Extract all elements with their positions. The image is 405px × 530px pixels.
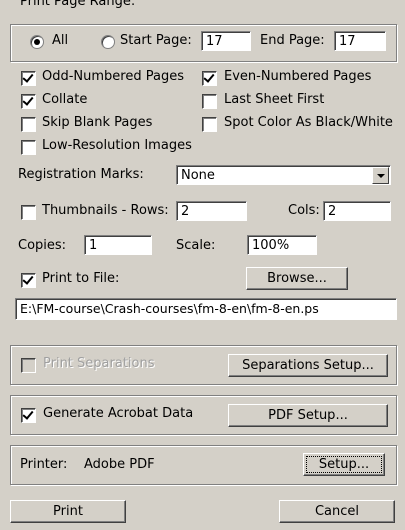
start-page-input[interactable]: 17 xyxy=(201,31,251,51)
low-res-checkbox[interactable] xyxy=(21,140,36,155)
pdf-setup-button[interactable]: PDF Setup... xyxy=(228,404,388,427)
chevron-down-icon[interactable] xyxy=(372,167,389,184)
page-range-heading: Print Page Range: xyxy=(18,0,138,9)
registration-marks-label: Registration Marks: xyxy=(18,167,144,182)
thumbnail-cols-input[interactable]: 2 xyxy=(323,201,391,221)
print-separations-label[interactable]: Print Separations xyxy=(43,356,155,371)
collate-label[interactable]: Collate xyxy=(42,92,87,107)
odd-pages-checkbox[interactable] xyxy=(21,71,36,86)
start-page-label[interactable]: Start Page: xyxy=(120,33,192,48)
printer-name: Adobe PDF xyxy=(84,457,155,472)
registration-marks-value: None xyxy=(181,168,215,183)
thumbnails-checkbox[interactable] xyxy=(21,205,36,220)
end-page-label: End Page: xyxy=(260,33,325,48)
odd-pages-label[interactable]: Odd-Numbered Pages xyxy=(42,69,184,84)
scale-input[interactable]: 100% xyxy=(247,235,317,255)
all-pages-label[interactable]: All xyxy=(52,33,68,48)
all-pages-radio[interactable] xyxy=(30,35,44,49)
thumbnail-rows-input[interactable]: 2 xyxy=(176,201,247,221)
start-page-radio[interactable] xyxy=(101,35,115,49)
print-separations-checkbox[interactable] xyxy=(21,358,36,373)
scale-label: Scale: xyxy=(176,238,216,253)
printer-setup-button[interactable]: Setup... xyxy=(303,453,385,476)
even-pages-checkbox[interactable] xyxy=(202,71,217,86)
low-res-label[interactable]: Low-Resolution Images xyxy=(42,138,192,153)
thumbnails-label[interactable]: Thumbnails - Rows: xyxy=(42,203,169,218)
registration-marks-select[interactable]: None xyxy=(176,165,391,185)
skip-blank-checkbox[interactable] xyxy=(21,117,36,132)
skip-blank-label[interactable]: Skip Blank Pages xyxy=(42,115,152,130)
end-page-input[interactable]: 17 xyxy=(334,31,386,51)
print-to-file-checkbox[interactable] xyxy=(21,273,36,288)
collate-checkbox[interactable] xyxy=(21,94,36,109)
browse-button[interactable]: Browse... xyxy=(246,267,348,290)
printer-label: Printer: xyxy=(20,457,68,472)
spot-color-label[interactable]: Spot Color As Black/White xyxy=(224,115,393,130)
copies-label: Copies: xyxy=(18,238,67,253)
spot-color-checkbox[interactable] xyxy=(202,117,217,132)
print-to-file-label[interactable]: Print to File: xyxy=(42,271,119,286)
last-sheet-first-label[interactable]: Last Sheet First xyxy=(224,92,324,107)
even-pages-label[interactable]: Even-Numbered Pages xyxy=(224,69,371,84)
last-sheet-first-checkbox[interactable] xyxy=(202,94,217,109)
cancel-button[interactable]: Cancel xyxy=(279,500,395,523)
file-path-input[interactable]: E:\FM-course\Crash-courses\fm-8-en\fm-8-… xyxy=(15,298,397,320)
generate-acrobat-checkbox[interactable] xyxy=(21,408,36,423)
thumbnail-cols-label: Cols: xyxy=(288,203,320,218)
copies-input[interactable]: 1 xyxy=(84,235,152,255)
generate-acrobat-label[interactable]: Generate Acrobat Data xyxy=(43,406,193,421)
separations-setup-button[interactable]: Separations Setup... xyxy=(228,354,388,377)
print-button[interactable]: Print xyxy=(10,500,126,523)
